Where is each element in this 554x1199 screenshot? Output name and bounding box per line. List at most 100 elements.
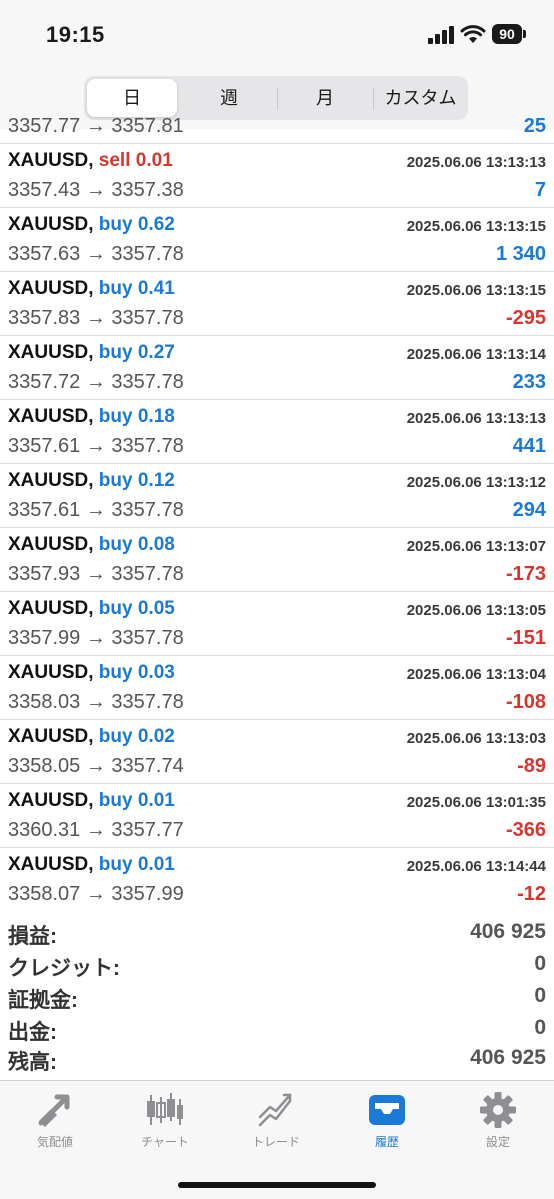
trade-close-price: 3357.78 [111, 435, 184, 457]
trade-side: buy 0.03 [99, 662, 175, 683]
summary-value: 406 925 [470, 1046, 546, 1069]
trade-side-label: buy [98, 342, 133, 363]
trade-prices: 3358.03 → 3357.78 [8, 691, 184, 714]
home-indicator[interactable] [178, 1182, 376, 1188]
tab-settings[interactable]: 設定 [443, 1087, 553, 1157]
summary-value: 0 [534, 1016, 546, 1039]
status-bar: 19:15 90 [0, 0, 554, 70]
trade-title: XAUUSD, buy 0.03 [8, 662, 175, 684]
trade-profit: 294 [512, 499, 546, 521]
segment-month[interactable]: 月 [279, 79, 371, 117]
trade-prices: 3357.77 → 3357.81 [8, 116, 184, 137]
trade-side-label: buy [98, 214, 133, 235]
trade-side-label: buy [98, 726, 133, 747]
trade-side: buy 0.12 [99, 470, 175, 491]
trade-title: XAUUSD, buy 0.05 [8, 598, 175, 620]
trade-side: buy 0.41 [99, 278, 175, 299]
arrow-right-icon: → [85, 435, 106, 457]
trade-close-price: 3357.38 [111, 179, 184, 201]
trade-row[interactable]: XAUUSD, buy 0.62 2025.06.06 13:13:15 3357.… [0, 208, 554, 272]
chart-icon [147, 1093, 183, 1125]
tab-trade[interactable]: トレード [221, 1087, 331, 1157]
trade-volume: 0.01 [137, 790, 175, 811]
trade-date: 2025.06.06 13:13:03 [406, 730, 546, 747]
trade-open-price: 3357.63 [8, 243, 81, 265]
trade-side-label: sell [98, 150, 131, 171]
battery-nub [523, 30, 526, 38]
trade-date: 2025.06.06 13:13:04 [406, 666, 546, 683]
trade-side-label: buy [98, 406, 133, 427]
trade-volume: 0.08 [137, 534, 175, 555]
trade-row-partial[interactable]: 3357.77 → 3357.81 25 [0, 116, 554, 144]
trade-prices: 3357.61 → 3357.78 [8, 435, 184, 458]
arrow-right-icon: → [85, 563, 106, 585]
status-time: 19:15 [46, 22, 105, 47]
trade-title: XAUUSD, buy 0.41 [8, 278, 175, 300]
trade-row[interactable]: XAUUSD, buy 0.02 2025.06.06 13:13:03 3358.… [0, 720, 554, 784]
trade-prices: 3357.99 → 3357.78 [8, 627, 184, 650]
trade-volume: 0.41 [137, 278, 175, 299]
segment-week[interactable]: 週 [183, 79, 275, 117]
trade-history-list[interactable]: 3357.77 → 3357.81 25 XAUUSD, sell 0.01 20… [0, 116, 554, 910]
trade-volume: 0.05 [137, 598, 175, 619]
tab-label: チャート [141, 1135, 189, 1149]
trade-open-price: 3357.93 [8, 563, 81, 585]
trade-profit: -151 [505, 627, 546, 649]
cellular-signal-icon [428, 26, 454, 44]
tab-history[interactable]: 履歴 [332, 1087, 442, 1157]
summary-label: クレジット: [8, 957, 120, 980]
trade-prices: 3358.07 → 3357.99 [8, 883, 184, 906]
trade-open-price: 3358.07 [8, 883, 81, 905]
summary-value: 0 [534, 984, 546, 1007]
arrow-right-icon: → [85, 499, 106, 521]
summary-credit-row: クレジット: 0 [8, 952, 546, 983]
trade-close-price: 3357.74 [111, 755, 184, 777]
trade-open-price: 3357.83 [8, 307, 81, 329]
account-summary: 損益: 406 925 クレジット: 0 証拠金: 0 出金: 0 残高: 40… [0, 916, 554, 1081]
arrow-right-icon: → [85, 307, 106, 329]
trade-row[interactable]: XAUUSD, buy 0.05 2025.06.06 13:13:05 3357.… [0, 592, 554, 656]
trade-close-price: 3357.78 [111, 243, 184, 265]
summary-label: 残高: [8, 1051, 57, 1074]
trade-symbol: XAUUSD, [8, 790, 94, 811]
trade-open-price: 3357.43 [8, 179, 81, 201]
trade-row[interactable]: XAUUSD, buy 0.27 2025.06.06 13:13:14 3357.… [0, 336, 554, 400]
tab-chart[interactable]: チャート [110, 1087, 220, 1157]
arrow-right-icon: → [85, 371, 106, 393]
trade-symbol: XAUUSD, [8, 470, 94, 491]
segment-custom[interactable]: カスタム [375, 79, 466, 117]
trade-prices: 3358.05 → 3357.74 [8, 755, 184, 778]
trade-volume: 0.01 [137, 854, 175, 875]
trade-row[interactable]: XAUUSD, buy 0.41 2025.06.06 13:13:15 3357.… [0, 272, 554, 336]
summary-label: 証拠金: [8, 989, 78, 1012]
trade-row[interactable]: XAUUSD, buy 0.12 2025.06.06 13:13:12 3357.… [0, 464, 554, 528]
trade-symbol: XAUUSD, [8, 662, 94, 683]
tab-quotes[interactable]: 気配値 [0, 1087, 110, 1157]
quotes-icon [38, 1094, 70, 1127]
trade-title: XAUUSD, buy 0.01 [8, 790, 175, 812]
trade-profit: -89 [517, 755, 546, 777]
trade-prices: 3357.83 → 3357.78 [8, 307, 184, 330]
trade-row[interactable]: XAUUSD, buy 0.01 2025.06.06 13:01:35 3360.… [0, 784, 554, 848]
trade-row[interactable]: XAUUSD, buy 0.18 2025.06.06 13:13:13 3357.… [0, 400, 554, 464]
trade-date: 2025.06.06 13:01:35 [406, 794, 546, 811]
segment-day[interactable]: 日 [87, 79, 177, 117]
summary-label: 損益: [8, 925, 57, 948]
trade-volume: 0.18 [137, 406, 175, 427]
trade-icon [258, 1093, 292, 1127]
summary-deposit-row: 証拠金: 0 [8, 984, 546, 1015]
trade-profit: -173 [505, 563, 546, 585]
trade-row[interactable]: XAUUSD, sell 0.01 2025.06.06 13:13:13 3357… [0, 144, 554, 208]
trade-row[interactable]: XAUUSD, buy 0.01 2025.06.06 13:14:44 3358.… [0, 848, 554, 910]
trade-profit: -12 [517, 883, 546, 905]
arrow-right-icon: → [85, 691, 106, 713]
trade-close-price: 3357.99 [111, 883, 184, 905]
trade-open-price: 3357.61 [8, 499, 81, 521]
trade-row[interactable]: XAUUSD, buy 0.08 2025.06.06 13:13:07 3357.… [0, 528, 554, 592]
summary-value: 0 [534, 952, 546, 975]
trade-side: buy 0.01 [99, 854, 175, 875]
trade-volume: 0.62 [137, 214, 175, 235]
trade-row[interactable]: XAUUSD, buy 0.03 2025.06.06 13:13:04 3358.… [0, 656, 554, 720]
arrow-right-icon: → [85, 627, 106, 649]
trade-close-price: 3357.78 [111, 307, 184, 329]
